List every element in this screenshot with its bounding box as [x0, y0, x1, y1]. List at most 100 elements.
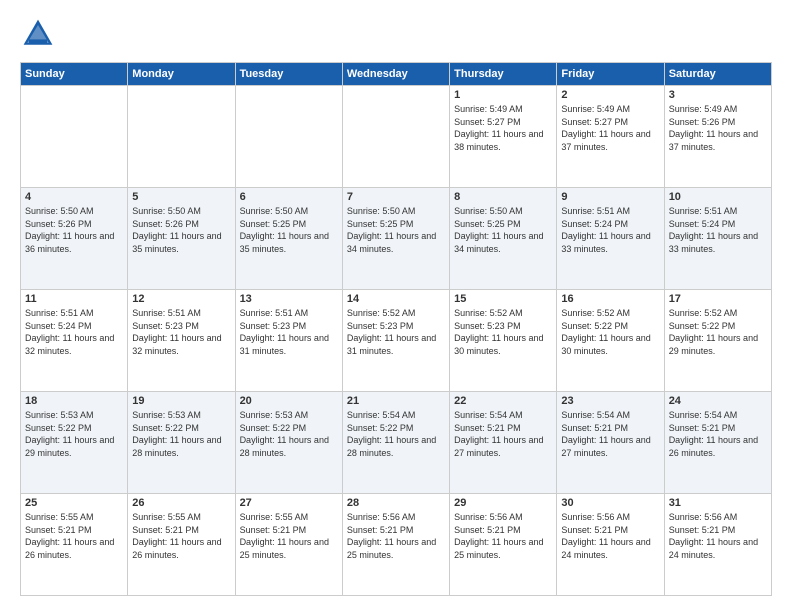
day-cell-31: 31 Sunrise: 5:56 AMSunset: 5:21 PMDayligh… — [664, 494, 771, 596]
day-number: 4 — [25, 191, 123, 203]
day-cell-24: 24 Sunrise: 5:54 AMSunset: 5:21 PMDayligh… — [664, 392, 771, 494]
day-number: 26 — [132, 497, 230, 509]
day-info: Sunrise: 5:52 AMSunset: 5:23 PMDaylight:… — [347, 307, 445, 357]
day-number: 31 — [669, 497, 767, 509]
day-cell-3: 3 Sunrise: 5:49 AMSunset: 5:26 PMDaylight… — [664, 86, 771, 188]
day-info: Sunrise: 5:51 AMSunset: 5:24 PMDaylight:… — [25, 307, 123, 357]
day-number: 28 — [347, 497, 445, 509]
day-info: Sunrise: 5:55 AMSunset: 5:21 PMDaylight:… — [132, 511, 230, 561]
day-cell-23: 23 Sunrise: 5:54 AMSunset: 5:21 PMDayligh… — [557, 392, 664, 494]
day-cell-1: 1Sunrise: 5:49 AMSunset: 5:27 PMDaylight… — [450, 86, 557, 188]
day-cell-17: 17Sunrise: 5:52 AMSunset: 5:22 PMDayligh… — [664, 290, 771, 392]
day-info: Sunrise: 5:51 AMSunset: 5:24 PMDaylight:… — [561, 205, 659, 255]
day-info: Sunrise: 5:49 AMSunset: 5:26 PMDaylight:… — [669, 103, 767, 153]
day-cell-15: 15 Sunrise: 5:52 AMSunset: 5:23 PMDayligh… — [450, 290, 557, 392]
day-cell-8: 8 Sunrise: 5:50 AMSunset: 5:25 PMDaylight… — [450, 188, 557, 290]
weekday-thursday: Thursday — [450, 63, 557, 86]
week-row-4: 18 Sunrise: 5:53 AMSunset: 5:22 PMDayligh… — [21, 392, 772, 494]
day-cell-27: 27 Sunrise: 5:55 AMSunset: 5:21 PMDayligh… — [235, 494, 342, 596]
day-cell-14: 14 Sunrise: 5:52 AMSunset: 5:23 PMDayligh… — [342, 290, 449, 392]
day-number: 29 — [454, 497, 552, 509]
week-row-1: 1Sunrise: 5:49 AMSunset: 5:27 PMDaylight… — [21, 86, 772, 188]
day-number: 8 — [454, 191, 552, 203]
week-row-5: 25Sunrise: 5:55 AMSunset: 5:21 PMDayligh… — [21, 494, 772, 596]
weekday-sunday: Sunday — [21, 63, 128, 86]
day-cell-19: 19 Sunrise: 5:53 AMSunset: 5:22 PMDayligh… — [128, 392, 235, 494]
day-cell-28: 28Sunrise: 5:56 AMSunset: 5:21 PMDayligh… — [342, 494, 449, 596]
day-cell-7: 7 Sunrise: 5:50 AMSunset: 5:25 PMDaylight… — [342, 188, 449, 290]
day-cell-10: 10Sunrise: 5:51 AMSunset: 5:24 PMDayligh… — [664, 188, 771, 290]
day-info: Sunrise: 5:56 AMSunset: 5:21 PMDaylight:… — [561, 511, 659, 561]
day-cell-13: 13 Sunrise: 5:51 AMSunset: 5:23 PMDayligh… — [235, 290, 342, 392]
day-info: Sunrise: 5:55 AMSunset: 5:21 PMDaylight:… — [240, 511, 338, 561]
day-cell-22: 22 Sunrise: 5:54 AMSunset: 5:21 PMDayligh… — [450, 392, 557, 494]
logo — [20, 16, 62, 52]
day-info: Sunrise: 5:52 AMSunset: 5:22 PMDaylight:… — [561, 307, 659, 357]
day-cell-20: 20 Sunrise: 5:53 AMSunset: 5:22 PMDayligh… — [235, 392, 342, 494]
day-number: 21 — [347, 395, 445, 407]
day-cell-29: 29 Sunrise: 5:56 AMSunset: 5:21 PMDayligh… — [450, 494, 557, 596]
day-number: 22 — [454, 395, 552, 407]
day-info: Sunrise: 5:50 AMSunset: 5:26 PMDaylight:… — [25, 205, 123, 255]
page: SundayMondayTuesdayWednesdayThursdayFrid… — [0, 0, 792, 612]
day-cell-18: 18Sunrise: 5:53 AMSunset: 5:22 PMDayligh… — [21, 392, 128, 494]
day-cell-25: 25Sunrise: 5:55 AMSunset: 5:21 PMDayligh… — [21, 494, 128, 596]
day-cell-4: 4 Sunrise: 5:50 AMSunset: 5:26 PMDaylight… — [21, 188, 128, 290]
day-number: 23 — [561, 395, 659, 407]
day-info: Sunrise: 5:49 AMSunset: 5:27 PMDaylight:… — [454, 103, 552, 153]
day-number: 9 — [561, 191, 659, 203]
day-cell-9: 9 Sunrise: 5:51 AMSunset: 5:24 PMDaylight… — [557, 188, 664, 290]
day-number: 24 — [669, 395, 767, 407]
day-number: 7 — [347, 191, 445, 203]
day-info: Sunrise: 5:54 AMSunset: 5:21 PMDaylight:… — [561, 409, 659, 459]
day-info: Sunrise: 5:50 AMSunset: 5:25 PMDaylight:… — [454, 205, 552, 255]
day-cell-21: 21 Sunrise: 5:54 AMSunset: 5:22 PMDayligh… — [342, 392, 449, 494]
day-number: 5 — [132, 191, 230, 203]
day-number: 15 — [454, 293, 552, 305]
day-cell-5: 5 Sunrise: 5:50 AMSunset: 5:26 PMDaylight… — [128, 188, 235, 290]
day-info: Sunrise: 5:50 AMSunset: 5:26 PMDaylight:… — [132, 205, 230, 255]
day-cell-2: 2Sunrise: 5:49 AMSunset: 5:27 PMDaylight… — [557, 86, 664, 188]
weekday-header-row: SundayMondayTuesdayWednesdayThursdayFrid… — [21, 63, 772, 86]
day-info: Sunrise: 5:51 AMSunset: 5:23 PMDaylight:… — [240, 307, 338, 357]
day-cell-16: 16Sunrise: 5:52 AMSunset: 5:22 PMDayligh… — [557, 290, 664, 392]
day-cell-empty — [21, 86, 128, 188]
day-number: 13 — [240, 293, 338, 305]
day-info: Sunrise: 5:50 AMSunset: 5:25 PMDaylight:… — [347, 205, 445, 255]
day-cell-30: 30 Sunrise: 5:56 AMSunset: 5:21 PMDayligh… — [557, 494, 664, 596]
day-info: Sunrise: 5:53 AMSunset: 5:22 PMDaylight:… — [132, 409, 230, 459]
day-info: Sunrise: 5:55 AMSunset: 5:21 PMDaylight:… — [25, 511, 123, 561]
day-number: 30 — [561, 497, 659, 509]
day-info: Sunrise: 5:50 AMSunset: 5:25 PMDaylight:… — [240, 205, 338, 255]
day-info: Sunrise: 5:54 AMSunset: 5:21 PMDaylight:… — [454, 409, 552, 459]
day-number: 11 — [25, 293, 123, 305]
day-info: Sunrise: 5:56 AMSunset: 5:21 PMDaylight:… — [454, 511, 552, 561]
weekday-saturday: Saturday — [664, 63, 771, 86]
day-cell-empty — [128, 86, 235, 188]
day-number: 3 — [669, 89, 767, 101]
day-number: 12 — [132, 293, 230, 305]
day-number: 27 — [240, 497, 338, 509]
weekday-tuesday: Tuesday — [235, 63, 342, 86]
logo-icon — [20, 16, 56, 52]
day-number: 19 — [132, 395, 230, 407]
day-number: 2 — [561, 89, 659, 101]
calendar-table: SundayMondayTuesdayWednesdayThursdayFrid… — [20, 62, 772, 596]
day-info: Sunrise: 5:52 AMSunset: 5:23 PMDaylight:… — [454, 307, 552, 357]
week-row-2: 4 Sunrise: 5:50 AMSunset: 5:26 PMDaylight… — [21, 188, 772, 290]
day-info: Sunrise: 5:54 AMSunset: 5:21 PMDaylight:… — [669, 409, 767, 459]
day-cell-empty — [235, 86, 342, 188]
day-number: 18 — [25, 395, 123, 407]
day-number: 20 — [240, 395, 338, 407]
day-info: Sunrise: 5:51 AMSunset: 5:23 PMDaylight:… — [132, 307, 230, 357]
day-number: 14 — [347, 293, 445, 305]
day-info: Sunrise: 5:54 AMSunset: 5:22 PMDaylight:… — [347, 409, 445, 459]
day-cell-6: 6Sunrise: 5:50 AMSunset: 5:25 PMDaylight… — [235, 188, 342, 290]
day-cell-11: 11 Sunrise: 5:51 AMSunset: 5:24 PMDayligh… — [21, 290, 128, 392]
day-info: Sunrise: 5:53 AMSunset: 5:22 PMDaylight:… — [240, 409, 338, 459]
weekday-friday: Friday — [557, 63, 664, 86]
day-cell-empty — [342, 86, 449, 188]
day-info: Sunrise: 5:56 AMSunset: 5:21 PMDaylight:… — [669, 511, 767, 561]
day-cell-12: 12 Sunrise: 5:51 AMSunset: 5:23 PMDayligh… — [128, 290, 235, 392]
day-info: Sunrise: 5:51 AMSunset: 5:24 PMDaylight:… — [669, 205, 767, 255]
